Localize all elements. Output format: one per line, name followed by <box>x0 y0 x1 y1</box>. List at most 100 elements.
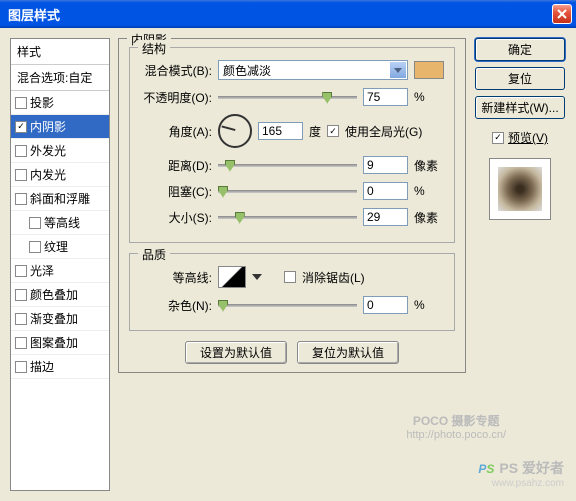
noise-unit: % <box>414 298 444 312</box>
style-item-label: 光泽 <box>30 262 54 279</box>
quality-fieldset: 品质 等高线: 消除锯齿(L) 杂色(N): % <box>129 253 455 331</box>
style-item-label: 等高线 <box>44 214 80 231</box>
style-checkbox[interactable] <box>15 193 27 205</box>
noise-label: 杂色(N): <box>140 297 212 314</box>
style-item[interactable]: 颜色叠加 <box>11 283 109 307</box>
size-slider[interactable] <box>218 216 357 219</box>
watermark: POCO 摄影专题 http://photo.poco.cn/ <box>406 412 506 441</box>
preview-swatch <box>498 167 542 211</box>
style-item[interactable]: 纹理 <box>11 235 109 259</box>
style-item[interactable]: 图案叠加 <box>11 331 109 355</box>
blend-mode-value: 颜色减淡 <box>223 62 271 79</box>
window-title: 图层样式 <box>8 5 552 24</box>
style-list-header[interactable]: 样式 <box>11 39 109 65</box>
blending-options-item[interactable]: 混合选项:自定 <box>11 65 109 91</box>
contour-picker[interactable] <box>218 266 246 288</box>
set-default-button[interactable]: 设置为默认值 <box>185 341 287 364</box>
opacity-label: 不透明度(O): <box>140 89 212 106</box>
color-swatch[interactable] <box>414 61 444 79</box>
preview-checkbox[interactable] <box>492 132 504 144</box>
blend-mode-label: 混合模式(B): <box>140 62 212 79</box>
blend-mode-select[interactable]: 颜色减淡 <box>218 60 408 80</box>
global-light-label: 使用全局光(G) <box>345 123 422 140</box>
opacity-slider[interactable] <box>218 96 357 99</box>
style-item[interactable]: 描边 <box>11 355 109 379</box>
choke-input[interactable] <box>363 182 408 200</box>
quality-legend: 品质 <box>138 246 170 263</box>
style-checkbox[interactable] <box>15 169 27 181</box>
style-item-label: 描边 <box>30 358 54 375</box>
close-button[interactable] <box>552 4 572 24</box>
opacity-unit: % <box>414 90 444 104</box>
chevron-down-icon <box>390 62 406 78</box>
style-item[interactable]: 渐变叠加 <box>11 307 109 331</box>
style-checkbox[interactable] <box>29 241 41 253</box>
titlebar: 图层样式 <box>0 0 576 28</box>
style-checkbox[interactable] <box>15 121 27 133</box>
noise-input[interactable] <box>363 296 408 314</box>
slider-thumb[interactable] <box>218 186 228 198</box>
chevron-down-icon[interactable] <box>252 274 262 280</box>
style-checkbox[interactable] <box>29 217 41 229</box>
style-item[interactable]: 外发光 <box>11 139 109 163</box>
distance-unit: 像素 <box>414 157 444 174</box>
distance-slider[interactable] <box>218 164 357 167</box>
style-item-label: 斜面和浮雕 <box>30 190 90 207</box>
distance-input[interactable] <box>363 156 408 174</box>
reset-default-button[interactable]: 复位为默认值 <box>297 341 399 364</box>
style-item-label: 内发光 <box>30 166 66 183</box>
angle-needle <box>221 126 235 131</box>
size-label: 大小(S): <box>140 209 212 226</box>
antialias-checkbox[interactable] <box>284 271 296 283</box>
distance-label: 距离(D): <box>140 157 212 174</box>
preview-box <box>489 158 551 220</box>
size-input[interactable] <box>363 208 408 226</box>
style-checkbox[interactable] <box>15 337 27 349</box>
style-checkbox[interactable] <box>15 289 27 301</box>
layer-style-dialog: 图层样式 样式 混合选项:自定 投影内阴影外发光内发光斜面和浮雕等高线纹理光泽颜… <box>0 0 576 501</box>
ok-button[interactable]: 确定 <box>475 38 565 61</box>
style-item-label: 内阴影 <box>30 118 66 135</box>
cancel-button[interactable]: 复位 <box>475 67 565 90</box>
style-checkbox[interactable] <box>15 361 27 373</box>
contour-label: 等高线: <box>140 269 212 286</box>
style-item[interactable]: 内发光 <box>11 163 109 187</box>
style-item-label: 颜色叠加 <box>30 286 78 303</box>
choke-slider[interactable] <box>218 190 357 193</box>
preview-label: 预览(V) <box>508 129 548 146</box>
style-list: 样式 混合选项:自定 投影内阴影外发光内发光斜面和浮雕等高线纹理光泽颜色叠加渐变… <box>10 38 110 491</box>
style-item[interactable]: 内阴影 <box>11 115 109 139</box>
angle-label: 角度(A): <box>140 123 212 140</box>
slider-thumb[interactable] <box>235 212 245 224</box>
style-item-label: 投影 <box>30 94 54 111</box>
style-checkbox[interactable] <box>15 313 27 325</box>
style-checkbox[interactable] <box>15 145 27 157</box>
slider-thumb[interactable] <box>225 160 235 172</box>
style-item[interactable]: 投影 <box>11 91 109 115</box>
effect-fieldset: 内阴影 结构 混合模式(B): 颜色减淡 <box>118 38 466 373</box>
style-checkbox[interactable] <box>15 97 27 109</box>
opacity-input[interactable] <box>363 88 408 106</box>
choke-label: 阻塞(C): <box>140 183 212 200</box>
style-item[interactable]: 斜面和浮雕 <box>11 187 109 211</box>
style-checkbox[interactable] <box>15 265 27 277</box>
style-item-label: 外发光 <box>30 142 66 159</box>
structure-fieldset: 结构 混合模式(B): 颜色减淡 不透明度(O): <box>129 47 455 243</box>
angle-unit: 度 <box>309 123 321 140</box>
angle-dial[interactable] <box>218 114 252 148</box>
watermark-ps: PS PS 爱好者 www.psahz.com <box>478 457 564 489</box>
style-item[interactable]: 等高线 <box>11 211 109 235</box>
antialias-label: 消除锯齿(L) <box>302 269 365 286</box>
angle-input[interactable] <box>258 122 303 140</box>
slider-thumb[interactable] <box>218 300 228 312</box>
style-item-label: 纹理 <box>44 238 68 255</box>
new-style-button[interactable]: 新建样式(W)... <box>475 96 565 119</box>
global-light-checkbox[interactable] <box>327 125 339 137</box>
choke-unit: % <box>414 184 444 198</box>
structure-legend: 结构 <box>138 40 170 57</box>
noise-slider[interactable] <box>218 304 357 307</box>
slider-thumb[interactable] <box>322 92 332 104</box>
size-unit: 像素 <box>414 209 444 226</box>
style-item-label: 图案叠加 <box>30 334 78 351</box>
style-item[interactable]: 光泽 <box>11 259 109 283</box>
